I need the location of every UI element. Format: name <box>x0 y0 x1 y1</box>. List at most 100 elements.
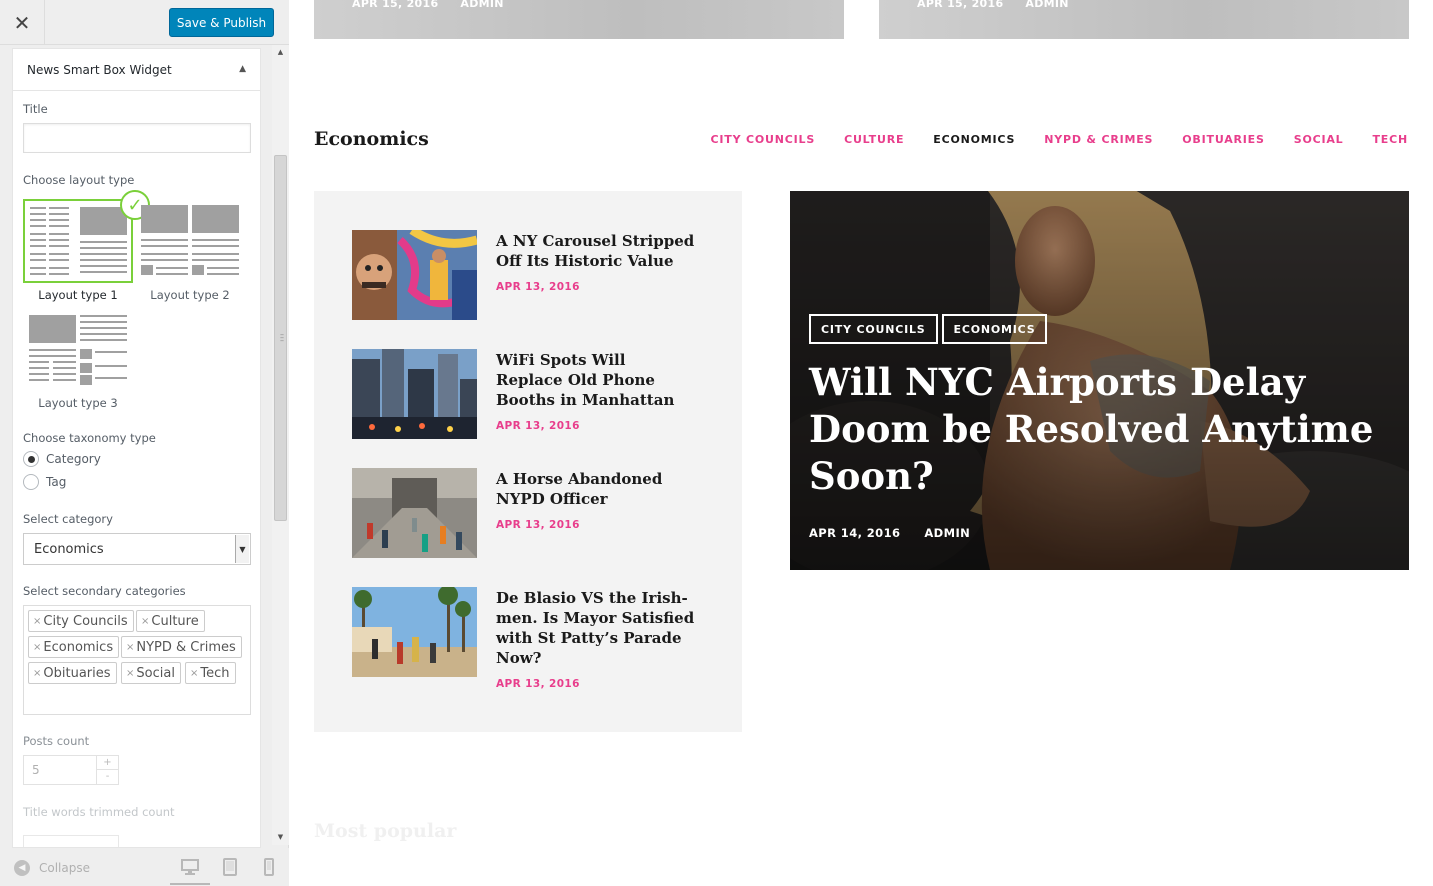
featured-post-meta: APR 14, 2016 ADMIN <box>809 526 970 540</box>
collapse-arrow-icon: ◀ <box>14 860 30 876</box>
desktop-preview-icon[interactable] <box>170 858 210 885</box>
tag-chip-obituaries[interactable]: × Obituaries <box>28 662 117 684</box>
tab-tech[interactable]: TECH <box>1373 133 1409 146</box>
select-category-label: Select category <box>23 512 113 526</box>
taxonomy-type-label: Choose taxonomy type <box>23 431 156 445</box>
post-thumbnail-image[interactable] <box>352 349 477 439</box>
taxonomy-tag-label: Tag <box>46 475 67 489</box>
post-date: APR 13, 2016 <box>496 519 580 531</box>
close-customizer-button[interactable]: ✕ <box>0 0 45 45</box>
featured-post-title[interactable]: Will NYC Airports Delay Doom be Resolved… <box>809 359 1389 500</box>
category-select-value: Economics <box>34 542 104 557</box>
tag-chip-nypd-crimes[interactable]: × NYPD & Crimes <box>121 636 242 658</box>
tag-chip-label: Obituaries <box>43 665 111 681</box>
post-thumbnail-image[interactable] <box>352 587 477 677</box>
top-post-card[interactable]: APR 15, 2016 ADMIN <box>314 0 844 39</box>
remove-tag-icon[interactable]: × <box>126 642 134 653</box>
top-post-meta: APR 15, 2016 ADMIN <box>917 0 1091 10</box>
layout-3-thumbnail <box>23 309 133 393</box>
radio-unchecked-icon <box>23 474 39 490</box>
taxonomy-category-radio[interactable]: Category <box>23 451 101 467</box>
tag-chip-culture[interactable]: × Culture <box>136 610 205 632</box>
collapse-sidebar-button[interactable]: ◀ Collapse <box>14 860 90 876</box>
post-title[interactable]: WiFi Spots Will Replace Old Phone Booths… <box>496 350 696 410</box>
post-author[interactable]: ADMIN <box>460 0 503 10</box>
taxonomy-tag-radio[interactable]: Tag <box>23 474 66 490</box>
increment-icon[interactable]: + <box>96 756 118 770</box>
decrement-icon[interactable]: - <box>96 770 118 784</box>
layout-type-2-label: Layout type 2 <box>150 288 230 302</box>
scroll-down-arrow-icon[interactable]: ▼ <box>272 833 289 841</box>
tab-city-councils[interactable]: CITY COUNCILS <box>711 133 816 146</box>
post-thumbnail-image[interactable] <box>352 230 477 320</box>
category-tabs: CITY COUNCILS CULTURE ECONOMICS NYPD & C… <box>682 133 1408 146</box>
close-icon: ✕ <box>13 10 31 35</box>
badge-city-councils[interactable]: CITY COUNCILS <box>809 314 938 344</box>
post-author[interactable]: ADMIN <box>1025 0 1068 10</box>
post-title[interactable]: A NY Carousel Stripped Off Its Historic … <box>496 231 696 271</box>
widget-header[interactable]: News Smart Box Widget ▲ <box>13 49 260 91</box>
remove-tag-icon[interactable]: × <box>33 668 41 679</box>
layout-1-thumbnail <box>23 199 133 283</box>
customizer-header: ✕ Save & Publish <box>0 0 289 45</box>
tab-economics[interactable]: ECONOMICS <box>933 133 1015 146</box>
category-select[interactable]: Economics ▼ <box>23 533 251 565</box>
post-title[interactable]: A Horse Abandoned NYPD Officer <box>496 469 696 509</box>
widget-title: News Smart Box Widget <box>27 63 172 77</box>
tab-social[interactable]: SOCIAL <box>1294 133 1344 146</box>
featured-post[interactable]: CITY COUNCILS ECONOMICS Will NYC Airport… <box>790 191 1409 570</box>
customizer-sidebar: ✕ Save & Publish News Smart Box Widget ▲… <box>0 0 289 886</box>
remove-tag-icon[interactable]: × <box>190 668 198 679</box>
tab-nypd-crimes[interactable]: NYPD & CRIMES <box>1044 133 1153 146</box>
layout-type-3-label: Layout type 3 <box>38 396 118 410</box>
section-title: Economics <box>314 128 429 150</box>
badge-economics[interactable]: ECONOMICS <box>941 314 1048 344</box>
remove-tag-icon[interactable]: × <box>33 642 41 653</box>
post-thumbnail-image[interactable] <box>352 468 477 558</box>
posts-count-label: Posts count <box>23 734 90 748</box>
tag-chip-label: Economics <box>43 639 114 655</box>
tag-chip-label: Social <box>136 665 175 681</box>
layout-type-label: Choose layout type <box>23 173 135 187</box>
post-date: APR 15, 2016 <box>352 0 439 10</box>
post-author[interactable]: ADMIN <box>924 526 970 540</box>
customizer-footer: ◀ Collapse <box>0 848 289 886</box>
post-date: APR 15, 2016 <box>917 0 1004 10</box>
post-title[interactable]: De Blasio VS the Irish-men. Is Mayor Sat… <box>496 588 696 668</box>
tab-obituaries[interactable]: OBITUARIES <box>1182 133 1264 146</box>
remove-tag-icon[interactable]: × <box>141 616 149 627</box>
tag-chip-label: City Councils <box>43 613 128 629</box>
tag-chip-label: Culture <box>151 613 199 629</box>
featured-badges: CITY COUNCILS ECONOMICS <box>809 314 1051 344</box>
secondary-categories-multiselect[interactable]: × City Councils × Culture × Economics × NYPD… <box>23 605 251 715</box>
post-date: APR 13, 2016 <box>496 678 580 690</box>
tablet-preview-icon[interactable] <box>220 858 240 876</box>
tag-chip-economics[interactable]: × Economics <box>28 636 120 658</box>
collapse-widget-arrow-icon[interactable]: ▲ <box>239 64 246 74</box>
tag-chip-label: NYPD & Crimes <box>136 639 236 655</box>
layout-2-thumbnail <box>135 199 245 283</box>
trim-count-input[interactable] <box>23 835 119 847</box>
remove-tag-icon[interactable]: × <box>33 616 41 627</box>
dropdown-arrow-icon[interactable]: ▼ <box>235 535 249 563</box>
title-field-label: Title <box>23 102 48 116</box>
sidebar-scrollbar[interactable]: ▲ – – – ▼ <box>272 45 289 845</box>
widget-panel: News Smart Box Widget ▲ Title Choose lay… <box>12 48 261 848</box>
mobile-preview-icon[interactable] <box>259 858 279 876</box>
tag-chip-tech[interactable]: × Tech <box>185 662 236 684</box>
next-section-title: Most popular <box>314 820 457 842</box>
top-post-card[interactable]: APR 15, 2016 ADMIN <box>879 0 1409 39</box>
save-publish-button[interactable]: Save & Publish <box>169 8 274 37</box>
posts-count-stepper[interactable]: 5 + - <box>23 755 119 785</box>
tag-chip-city-councils[interactable]: × City Councils <box>28 610 134 632</box>
scrollbar-thumb[interactable]: – – – <box>274 155 287 521</box>
post-date: APR 13, 2016 <box>496 281 580 293</box>
remove-tag-icon[interactable]: × <box>126 668 134 679</box>
post-date: APR 14, 2016 <box>809 526 901 540</box>
scroll-up-arrow-icon[interactable]: ▲ <box>272 48 289 56</box>
grip-icon: – – – <box>280 330 284 345</box>
tag-chip-social[interactable]: × Social <box>121 662 181 684</box>
title-input[interactable] <box>23 123 251 153</box>
radio-checked-icon <box>23 451 39 467</box>
tab-culture[interactable]: CULTURE <box>844 133 904 146</box>
